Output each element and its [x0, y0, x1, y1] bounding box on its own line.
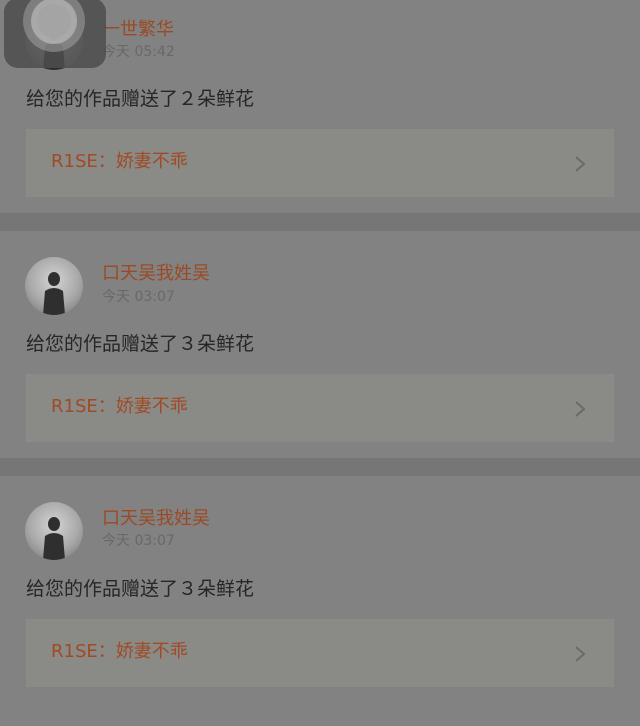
timestamp: 今天 03:07: [102, 533, 175, 549]
divider: [0, 458, 640, 476]
username[interactable]: 口天吴我姓吴: [102, 263, 210, 285]
notification-card: 口天吴我姓吴 今天 03:07 给您的作品赠送了３朵鲜花 R1SE：娇妻不乖: [0, 476, 640, 726]
work-title: R1SE：娇妻不乖: [51, 641, 188, 662]
timestamp: 今天 05:42: [102, 44, 175, 60]
work-title: R1SE：娇妻不乖: [51, 396, 188, 417]
username[interactable]: 口天吴我姓吴: [102, 508, 210, 530]
work-link[interactable]: R1SE：娇妻不乖: [26, 129, 614, 197]
username[interactable]: 一世繁华: [102, 19, 174, 41]
message-text: 给您的作品赠送了２朵鲜花: [26, 88, 255, 110]
chevron-right-icon: [575, 401, 586, 417]
work-link[interactable]: R1SE：娇妻不乖: [26, 374, 614, 442]
assistive-touch-icon[interactable]: [4, 0, 106, 68]
message-text: 给您的作品赠送了３朵鲜花: [26, 333, 255, 355]
divider: [0, 213, 640, 231]
message-text: 给您的作品赠送了３朵鲜花: [26, 578, 255, 600]
work-title: R1SE：娇妻不乖: [51, 151, 188, 172]
avatar[interactable]: [25, 502, 83, 560]
timestamp: 今天 03:07: [102, 289, 175, 305]
notification-card: 口天吴我姓吴 今天 03:07 给您的作品赠送了３朵鲜花 R1SE：娇妻不乖: [0, 231, 640, 458]
chevron-right-icon: [575, 646, 586, 662]
assistive-touch-dot: [37, 4, 71, 38]
notification-list: 一世繁华 今天 05:42 给您的作品赠送了２朵鲜花 R1SE：娇妻不乖 口天吴…: [0, 0, 640, 726]
work-link[interactable]: R1SE：娇妻不乖: [26, 619, 614, 687]
chevron-right-icon: [575, 156, 586, 172]
avatar[interactable]: [25, 257, 83, 315]
